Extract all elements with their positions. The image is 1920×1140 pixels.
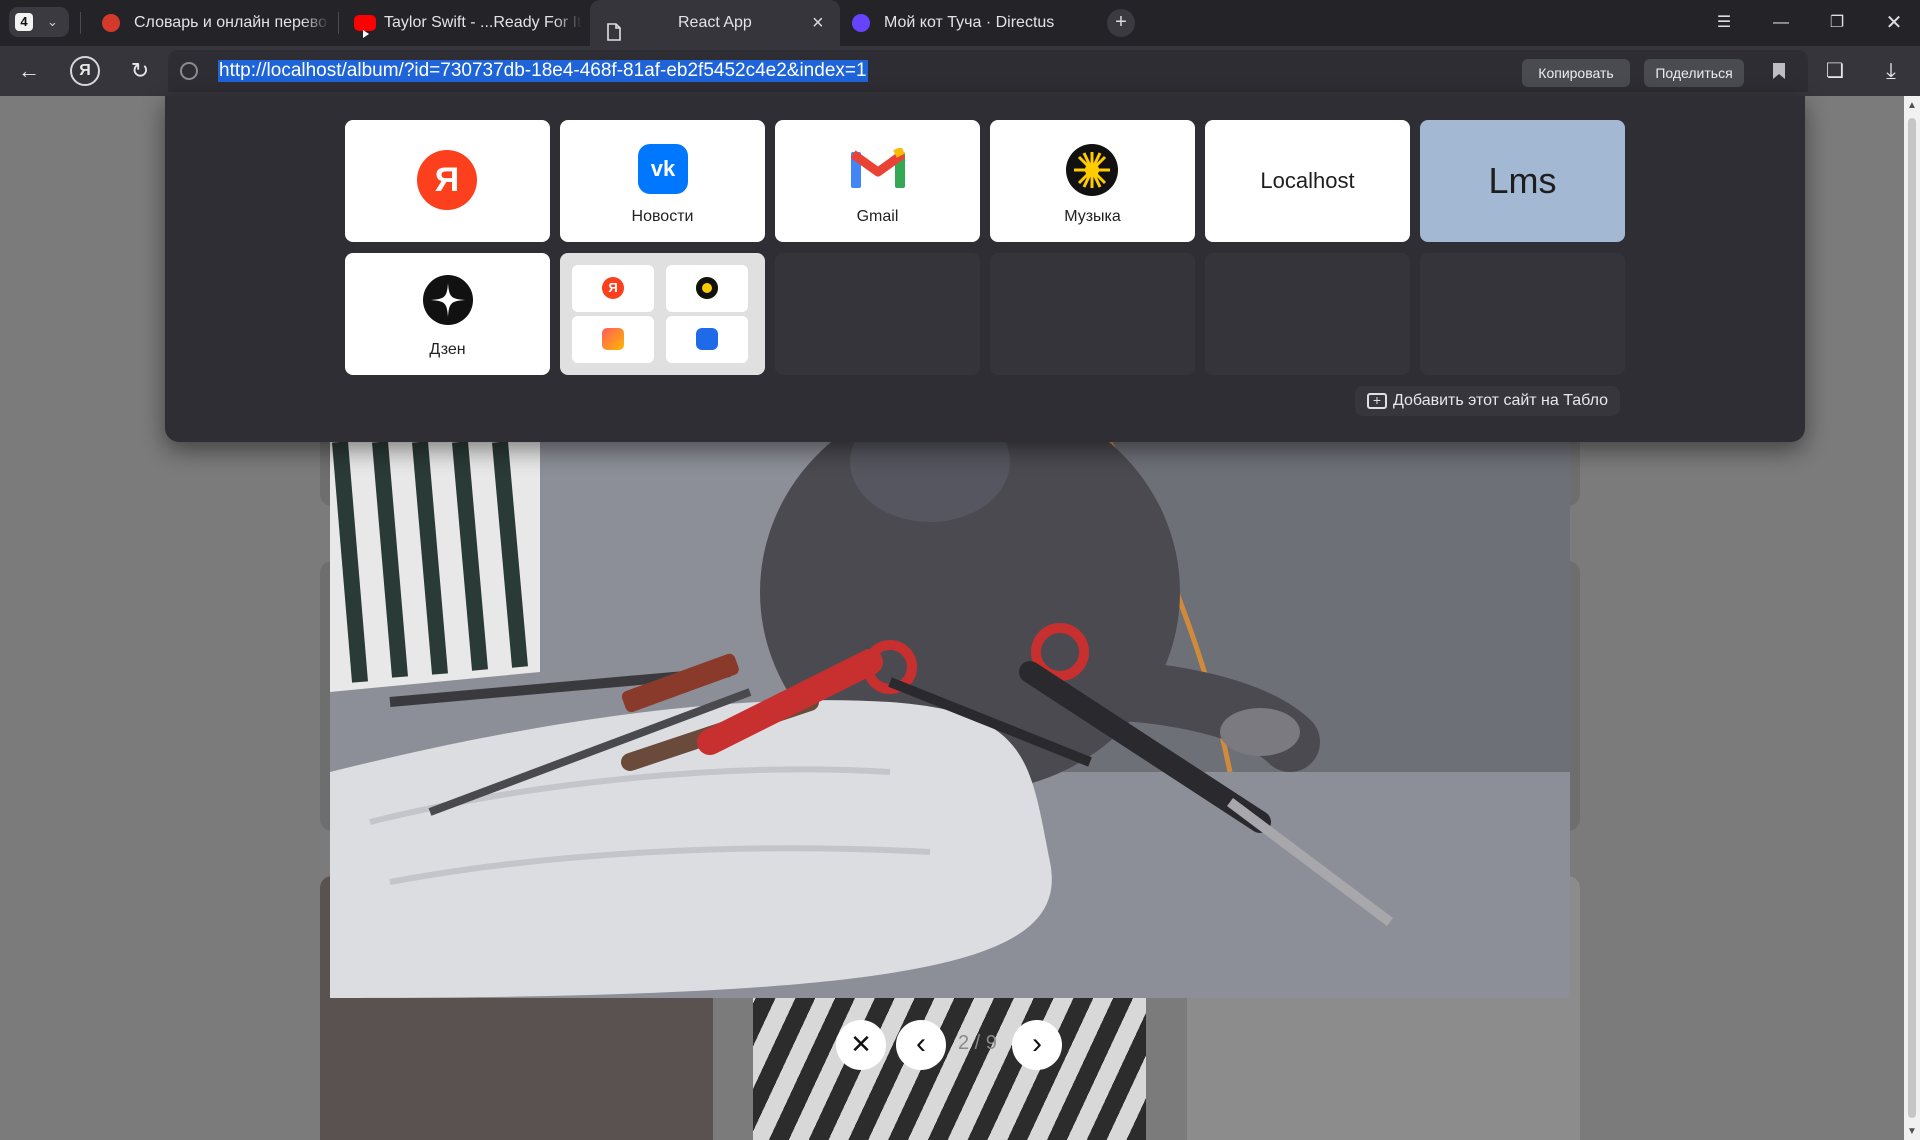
tile-label: Музыка bbox=[1064, 208, 1121, 225]
tablo-folder[interactable]: Я bbox=[560, 253, 765, 375]
lightbox-counter: 2 / 9 bbox=[958, 1032, 997, 1054]
tablo-tile-vk[interactable]: vk Новости bbox=[560, 120, 765, 242]
translate-icon bbox=[102, 14, 120, 32]
close-lightbox-button[interactable]: ✕ bbox=[836, 1020, 886, 1070]
tablo-empty-slot bbox=[1420, 253, 1625, 375]
folder-item-music[interactable] bbox=[666, 265, 748, 312]
tablo-tile-yandex[interactable]: Я bbox=[345, 120, 550, 242]
add-site-label: Добавить этот сайт на Табло bbox=[1393, 392, 1609, 409]
scroll-up-icon[interactable]: ▲ bbox=[1907, 100, 1917, 111]
tablo-empty-slot bbox=[990, 253, 1195, 375]
mail-icon bbox=[602, 328, 624, 350]
url-input[interactable]: http://localhost/album/?id=730737db-18e4… bbox=[218, 60, 868, 82]
tab-strip: 4 ⌄ Словарь и онлайн перево Taylor Swift… bbox=[0, 0, 1920, 46]
tile-label: Gmail bbox=[856, 208, 899, 225]
collections-icon[interactable]: ❏ bbox=[1820, 56, 1850, 86]
share-button[interactable]: Поделиться bbox=[1644, 59, 1744, 87]
tablo-tile-music[interactable]: Музыка bbox=[990, 120, 1195, 242]
tablo-empty-slot bbox=[775, 253, 980, 375]
back-arrow-icon[interactable]: ← bbox=[14, 56, 44, 86]
directus-icon bbox=[852, 14, 870, 32]
bookmark-icon[interactable] bbox=[1772, 62, 1786, 85]
tablo-dropdown: Я vk Новости Gmail Музыка Localhost Lms … bbox=[165, 96, 1805, 442]
tile-label: Дзен bbox=[429, 341, 466, 358]
tablo-tile-gmail[interactable]: Gmail bbox=[775, 120, 980, 242]
yandex-icon: Я bbox=[417, 150, 477, 210]
lightbox-photo bbox=[330, 442, 1570, 998]
vk-icon: vk bbox=[638, 144, 688, 194]
document-icon bbox=[606, 14, 624, 41]
restore-icon[interactable]: ❐ bbox=[1813, 0, 1861, 46]
tile-label: Новости bbox=[631, 208, 694, 225]
music-icon bbox=[1066, 144, 1118, 196]
page-scrollbar[interactable]: ▲ ▼ bbox=[1904, 96, 1920, 1140]
tab-count-button[interactable]: 4 ⌄ bbox=[9, 7, 69, 37]
tab-count: 4 bbox=[15, 13, 33, 31]
yandex-icon: Я bbox=[602, 277, 624, 299]
folder-item-disk[interactable] bbox=[666, 316, 748, 363]
close-tab-icon[interactable]: × bbox=[812, 0, 824, 46]
tab-title: Taylor Swift - ...Ready For It bbox=[384, 14, 582, 31]
tab-separator bbox=[338, 12, 339, 34]
yandex-button[interactable]: Я bbox=[70, 56, 100, 86]
tile-label: Lms bbox=[1488, 160, 1557, 201]
tab-react-app[interactable]: React App × bbox=[590, 0, 840, 46]
menu-icon[interactable]: ☰ bbox=[1700, 0, 1748, 46]
tab-separator bbox=[80, 12, 81, 34]
youtube-icon bbox=[354, 15, 376, 38]
close-window-icon[interactable]: ✕ bbox=[1870, 0, 1918, 46]
music-icon bbox=[696, 277, 718, 299]
download-icon[interactable]: ⤓ bbox=[1876, 56, 1906, 86]
tile-label: Localhost bbox=[1260, 168, 1355, 193]
tablo-empty-slot bbox=[1205, 253, 1410, 375]
disk-icon bbox=[696, 328, 718, 350]
previous-button[interactable]: ‹ bbox=[896, 1020, 946, 1070]
cat-photo-illustration bbox=[330, 442, 1570, 998]
scrollbar-thumb[interactable] bbox=[1908, 118, 1916, 1118]
tab-title: React App bbox=[678, 14, 752, 31]
copy-button[interactable]: Копировать bbox=[1522, 59, 1630, 87]
new-tab-button[interactable]: + bbox=[1107, 9, 1135, 37]
plus-icon: + bbox=[1367, 393, 1387, 409]
dzen-icon bbox=[423, 275, 473, 325]
address-toolbar: ← Я ↻ http://localhost/album/?id=730737d… bbox=[0, 46, 1920, 96]
tablo-tile-dzen[interactable]: Дзен bbox=[345, 253, 550, 375]
gmail-icon bbox=[850, 146, 906, 190]
omnibox[interactable]: http://localhost/album/?id=730737db-18e4… bbox=[168, 50, 1808, 92]
scroll-down-icon[interactable]: ▼ bbox=[1907, 1126, 1917, 1137]
chevron-down-icon: ⌄ bbox=[47, 14, 58, 29]
add-site-to-tablo-button[interactable]: + Добавить этот сайт на Табло bbox=[1355, 386, 1621, 416]
tab-youtube[interactable]: Taylor Swift - ...Ready For It bbox=[346, 0, 582, 46]
minimize-icon[interactable]: — bbox=[1757, 0, 1805, 46]
folder-item-mail[interactable] bbox=[572, 316, 654, 363]
tab-title: Мой кот Туча · Directus bbox=[884, 14, 1055, 31]
tab-directus[interactable]: Мой кот Туча · Directus bbox=[848, 0, 1098, 46]
folder-item-yandex[interactable]: Я bbox=[572, 265, 654, 312]
tablo-tile-lms[interactable]: Lms bbox=[1420, 120, 1625, 242]
next-button[interactable]: › bbox=[1012, 1020, 1062, 1070]
tab-dictionary[interactable]: Словарь и онлайн перево bbox=[90, 0, 330, 46]
reload-icon[interactable]: ↻ bbox=[125, 56, 155, 86]
tab-title: Словарь и онлайн перево bbox=[134, 14, 328, 31]
site-info-icon[interactable] bbox=[180, 62, 198, 80]
tablo-tile-localhost[interactable]: Localhost bbox=[1205, 120, 1410, 242]
